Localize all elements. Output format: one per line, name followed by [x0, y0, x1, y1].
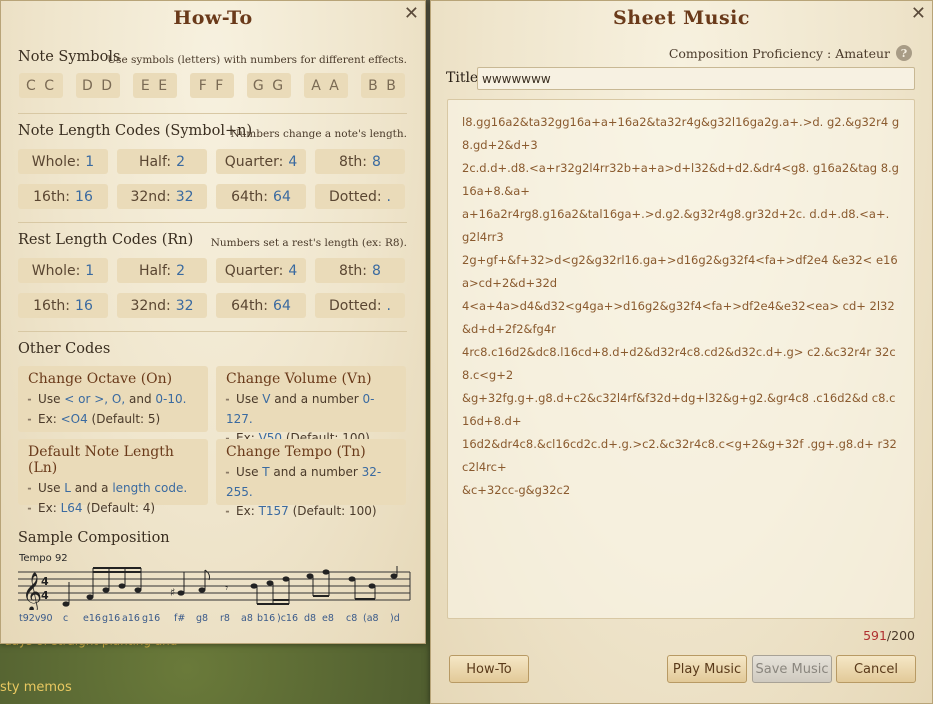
help-icon[interactable]: ? [896, 45, 912, 61]
note-symbol-chip: C C [19, 73, 63, 98]
sample-note-label: )c16 [277, 613, 299, 624]
note-symbol-chip: D D [76, 73, 120, 98]
note-length-chip: Quarter: 4 [216, 149, 306, 174]
sample-tempo: Tempo 92 [19, 553, 68, 564]
note-symbols-heading: Note Symbols [18, 49, 121, 65]
rest-length-chip: 16th: 16 [18, 293, 108, 318]
volume-code-box: Change Volume (Vn) Use V and a number 0-… [216, 366, 406, 445]
sheet-music-title: Sheet Music [613, 7, 750, 29]
treble-clef-icon: 𝄞 [22, 572, 42, 610]
rest-length-heading: Rest Length Codes (Rn) [18, 232, 194, 248]
tempo-line1: Use T and a number 32-255. [226, 463, 396, 502]
proficiency-label: Composition Proficiency : Amateur [668, 45, 890, 61]
sample-staff: 𝄞 4 4 ♯ 𝄾 [18, 566, 411, 610]
composition-proficiency: Composition Proficiency : Amateur ? [669, 45, 912, 61]
sample-note-label: t92v90 [19, 613, 53, 624]
divider [18, 113, 407, 114]
note-length-chip: 8th: 8 [315, 149, 405, 174]
tempo-code-box: Change Tempo (Tn) Use T and a number 32-… [216, 439, 406, 518]
note-length-chip: Half: 2 [117, 149, 207, 174]
sample-note-label: e8 [322, 613, 334, 624]
rest-length-chip: 64th: 64 [216, 293, 306, 318]
length-code-box: Default Note Length (Ln) Use L and a len… [18, 439, 208, 515]
cancel-button[interactable]: Cancel [836, 655, 916, 683]
note-symbols-hint: Use symbols (letters) with numbers for d… [107, 54, 407, 66]
sheet-music-textarea[interactable]: l8.gg16a2&ta32gg16a+a+16a2&ta32r4g&g32l1… [447, 99, 915, 619]
count-max: 200 [891, 628, 915, 643]
title-label: Title [446, 70, 479, 86]
sample-note-label: f# [174, 613, 186, 624]
svg-text:♯: ♯ [170, 586, 175, 599]
svg-text:4: 4 [41, 589, 49, 602]
title-input[interactable] [477, 67, 915, 90]
howto-title: How-To [173, 7, 253, 29]
note-length-heading: Note Length Codes (Symbol+n) [18, 123, 253, 139]
save-music-button[interactable]: Save Music [752, 655, 832, 683]
sample-note-label: g8 [196, 613, 209, 624]
sample-note-label: g16 [142, 613, 161, 624]
rest-length-chip: Quarter: 4 [216, 258, 306, 283]
rest-length-chip: 8th: 8 [315, 258, 405, 283]
sample-note-label: c8 [346, 613, 358, 624]
sample-note-label: e16 [83, 613, 101, 624]
rest-length-chip: Half: 2 [117, 258, 207, 283]
rest-length-chip: Dotted:. [315, 293, 405, 318]
character-count: 591/200 [863, 628, 915, 643]
svg-text:𝄾: 𝄾 [225, 581, 228, 595]
sheet-close-icon[interactable]: ✕ [911, 3, 926, 24]
sample-note-label: (a8 [363, 613, 379, 624]
volume-title: Change Volume (Vn) [226, 371, 372, 387]
other-codes-heading: Other Codes [18, 341, 111, 357]
sample-heading: Sample Composition [18, 530, 170, 546]
volume-line1: Use V and a number 0-127. [226, 390, 396, 429]
sample-note-label: )d [390, 613, 400, 624]
note-length-chip: 32nd: 32 [117, 184, 207, 209]
note-symbol-chip: B B [361, 73, 405, 98]
octave-line2: Ex: <O4 (Default: 5) [28, 410, 198, 430]
sample-note-label: c [63, 613, 69, 624]
note-length-chip: 64th: 64 [216, 184, 306, 209]
octave-code-box: Change Octave (On) Use < or >, O, and 0-… [18, 366, 208, 432]
note-symbol-chip: E E [133, 73, 177, 98]
rest-length-chip: Whole: 1 [18, 258, 108, 283]
howto-button[interactable]: How-To [449, 655, 529, 683]
note-symbol-chip: A A [304, 73, 348, 98]
play-music-button[interactable]: Play Music [667, 655, 747, 683]
sample-note-label: g16 [102, 613, 121, 624]
sample-note-label: r8 [220, 613, 230, 624]
howto-panel: How-To ✕ Note Symbols Use symbols (lette… [0, 0, 426, 644]
divider [18, 222, 407, 223]
count-current: 591 [863, 628, 887, 643]
length-line2: Ex: L64 (Default: 4) [28, 499, 198, 519]
note-symbol-chip: F F [190, 73, 234, 98]
sample-note-label: a16 [122, 613, 140, 624]
octave-title: Change Octave (On) [28, 371, 173, 387]
rest-length-hint: Numbers set a rest's length (ex: R8). [210, 237, 407, 249]
note-length-chip: Dotted:. [315, 184, 405, 209]
howto-close-icon[interactable]: ✕ [404, 3, 419, 24]
sample-note-label: a8 [241, 613, 253, 624]
octave-line1: Use < or >, O, and 0-10. [28, 390, 198, 410]
sample-note-label: d8 [304, 613, 317, 624]
note-length-chip: 16th: 16 [18, 184, 108, 209]
tempo-title: Change Tempo (Tn) [226, 444, 366, 460]
tempo-line2: Ex: T157 (Default: 100) [226, 502, 396, 522]
length-title: Default Note Length (Ln) [28, 444, 174, 476]
background-memo-text: sty memos [0, 680, 72, 695]
note-symbol-chip: G G [247, 73, 291, 98]
svg-text:4: 4 [41, 575, 49, 588]
rest-length-chip: 32nd: 32 [117, 293, 207, 318]
note-length-hint: Numbers change a note's length. [230, 128, 407, 140]
sample-note-label: b16 [257, 613, 276, 624]
length-line1: Use L and a length code. [28, 479, 198, 499]
sheet-music-panel: Sheet Music ✕ Composition Proficiency : … [430, 0, 933, 704]
note-length-chip: Whole: 1 [18, 149, 108, 174]
divider [18, 331, 407, 332]
